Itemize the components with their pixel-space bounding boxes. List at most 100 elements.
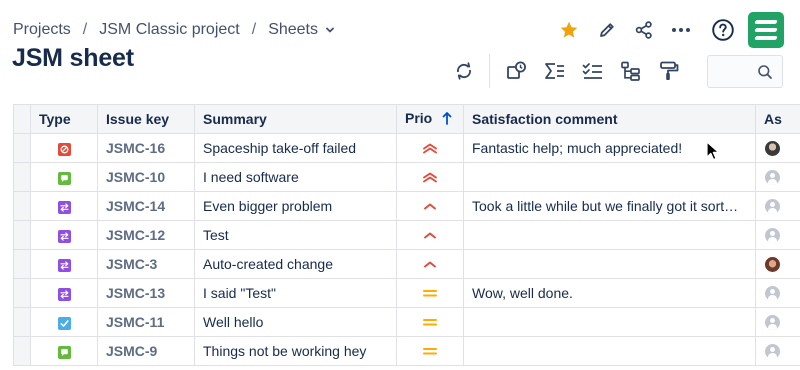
issue-key-cell[interactable]: JSMC-3	[97, 249, 195, 279]
satisfaction-comment-cell[interactable]: Took a little while but we finally got i…	[463, 191, 756, 221]
priority-cell[interactable]	[396, 249, 464, 279]
priority-highest-icon	[422, 141, 438, 157]
checklist-icon[interactable]	[580, 58, 606, 84]
share-icon[interactable]	[631, 17, 657, 43]
breadcrumb: Projects / JSM Classic project / Sheets	[13, 20, 336, 40]
satisfaction-comment-cell[interactable]: Wow, well done.	[463, 278, 756, 308]
column-header-assignee[interactable]: As	[755, 104, 800, 134]
chevron-down-icon[interactable]	[324, 24, 336, 36]
summary-cell[interactable]: Even bigger problem	[194, 191, 397, 221]
type-cell[interactable]	[30, 220, 98, 250]
issue-key-cell[interactable]: JSMC-13	[97, 278, 195, 308]
help-icon[interactable]	[710, 17, 736, 43]
column-header-type[interactable]: Type	[30, 104, 98, 134]
service-request-type-icon	[57, 171, 71, 185]
breadcrumb-sheets[interactable]: Sheets	[268, 21, 318, 39]
summary-cell[interactable]: Things not be working hey	[194, 336, 397, 366]
priority-cell[interactable]	[396, 336, 464, 366]
breadcrumb-projects[interactable]: Projects	[13, 21, 71, 39]
row-handle[interactable]	[13, 278, 31, 308]
satisfaction-comment-cell[interactable]	[463, 162, 756, 192]
assignee-cell[interactable]	[755, 336, 800, 366]
search-box	[707, 55, 783, 88]
issue-key-cell[interactable]: JSMC-9	[97, 336, 195, 366]
change-type-icon	[57, 258, 71, 272]
more-icon[interactable]	[668, 17, 694, 43]
column-header-issue-key[interactable]: Issue key	[97, 104, 195, 134]
refresh-icon[interactable]	[451, 58, 477, 84]
summary-cell[interactable]: I need software	[194, 162, 397, 192]
app-logo	[748, 12, 784, 48]
row-handle[interactable]	[13, 220, 31, 250]
summary-cell[interactable]: I said "Test"	[194, 278, 397, 308]
satisfaction-comment-cell[interactable]	[463, 336, 756, 366]
column-header-satisfaction-comment[interactable]: Satisfaction comment	[463, 104, 756, 134]
row-handle[interactable]	[13, 336, 31, 366]
row-handle[interactable]	[13, 133, 31, 163]
assignee-cell[interactable]	[755, 220, 800, 250]
row-handle[interactable]	[13, 249, 31, 279]
avatar	[765, 286, 780, 302]
issue-key-cell[interactable]: JSMC-14	[97, 191, 195, 221]
type-cell[interactable]	[30, 133, 98, 163]
priority-cell[interactable]	[396, 307, 464, 337]
change-type-icon	[57, 229, 71, 243]
assignee-cell[interactable]	[755, 278, 800, 308]
toolbar-divider	[489, 54, 490, 88]
satisfaction-comment-cell[interactable]	[463, 307, 756, 337]
page-title: JSM sheet	[12, 44, 134, 72]
table-row[interactable]: JSMC-14 Even bigger problem Took a little …	[13, 191, 800, 221]
assignee-cell[interactable]	[755, 191, 800, 221]
issue-key-cell[interactable]: JSMC-16	[97, 133, 195, 163]
table-row[interactable]: JSMC-3 Auto-created change	[13, 249, 800, 279]
priority-cell[interactable]	[396, 162, 464, 192]
type-cell[interactable]	[30, 162, 98, 192]
assignee-cell[interactable]	[755, 162, 800, 192]
priority-cell[interactable]	[396, 133, 464, 163]
summary-cell[interactable]: Auto-created change	[194, 249, 397, 279]
table-row[interactable]: JSMC-13 I said "Test" Wow, well done.	[13, 278, 800, 308]
breadcrumb-project[interactable]: JSM Classic project	[99, 21, 239, 39]
assignee-cell[interactable]	[755, 249, 800, 279]
table-row[interactable]: JSMC-10 I need software	[13, 162, 800, 192]
sum-icon[interactable]	[542, 58, 568, 84]
avatar	[765, 257, 780, 273]
table-row[interactable]: JSMC-12 Test	[13, 220, 800, 250]
corner-cell	[13, 104, 31, 134]
hierarchy-icon[interactable]	[618, 58, 644, 84]
type-cell[interactable]	[30, 191, 98, 221]
priority-highest-icon	[422, 170, 438, 186]
avatar	[765, 344, 780, 360]
search-input[interactable]	[714, 62, 758, 82]
priority-cell[interactable]	[396, 220, 464, 250]
issue-key-cell[interactable]: JSMC-12	[97, 220, 195, 250]
priority-cell[interactable]	[396, 278, 464, 308]
edit-icon[interactable]	[594, 17, 620, 43]
assignee-cell[interactable]	[755, 307, 800, 337]
table-row[interactable]: JSMC-16 Spaceship take-off failed Fantasti…	[13, 133, 800, 163]
satisfaction-comment-cell[interactable]	[463, 249, 756, 279]
summary-cell[interactable]: Test	[194, 220, 397, 250]
type-cell[interactable]	[30, 307, 98, 337]
table-row[interactable]: JSMC-11 Well hello	[13, 307, 800, 337]
row-handle[interactable]	[13, 307, 31, 337]
type-cell[interactable]	[30, 249, 98, 279]
row-handle[interactable]	[13, 191, 31, 221]
column-header-summary[interactable]: Summary	[194, 104, 397, 134]
assignee-cell[interactable]	[755, 133, 800, 163]
row-handle[interactable]	[13, 162, 31, 192]
column-header-prio[interactable]: Prio	[396, 104, 464, 134]
type-cell[interactable]	[30, 278, 98, 308]
issues-table: Type Issue key Summary Prio Satisfaction…	[13, 104, 800, 366]
table-row[interactable]: JSMC-9 Things not be working hey	[13, 336, 800, 366]
summary-cell[interactable]: Spaceship take-off failed	[194, 133, 397, 163]
priority-cell[interactable]	[396, 191, 464, 221]
paint-roller-icon[interactable]	[656, 58, 682, 84]
satisfaction-comment-cell[interactable]	[463, 220, 756, 250]
star-icon[interactable]	[556, 17, 582, 43]
issue-key-cell[interactable]: JSMC-10	[97, 162, 195, 192]
type-cell[interactable]	[30, 336, 98, 366]
shapes-icon[interactable]	[504, 58, 530, 84]
issue-key-cell[interactable]: JSMC-11	[97, 307, 195, 337]
summary-cell[interactable]: Well hello	[194, 307, 397, 337]
